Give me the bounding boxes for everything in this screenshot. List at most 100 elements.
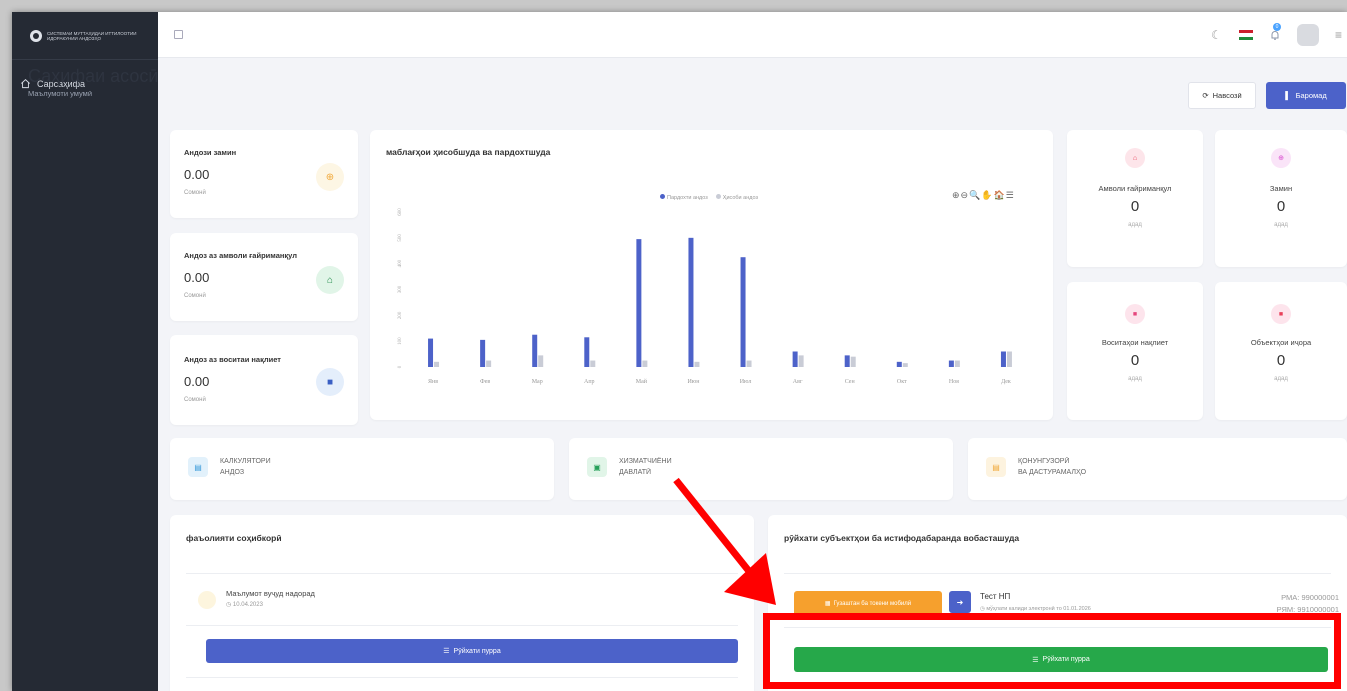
bar-paid[interactable] [844, 355, 850, 367]
login-as-subject-button[interactable]: ➜ [949, 591, 971, 613]
refresh-icon: ⟳ [1202, 91, 1209, 100]
stat-unit: Сомонӣ [184, 293, 206, 299]
count-unit: адад [1274, 376, 1288, 382]
count-unit: адад [1128, 376, 1142, 382]
divider [784, 573, 1331, 574]
bar-assessed[interactable] [1006, 351, 1012, 368]
mobile-token-button[interactable]: ▦ Гузаштан ба токени мобилӣ [794, 591, 942, 616]
menu-icon[interactable]: ≡ [1335, 28, 1347, 42]
quick-link-legislation[interactable]: ▤ Қонунгузорӣ ва дастурамалҳо [968, 438, 1347, 500]
bar-paid[interactable] [636, 239, 642, 367]
token-icon: ▦ [824, 601, 831, 607]
logout-button[interactable]: ▌ Баромад [1266, 82, 1346, 109]
bar-assessed[interactable] [538, 355, 544, 367]
subject-name: Тест НП [980, 592, 1011, 601]
subjects-full-list-button[interactable]: ☰ Рӯйхати пурра [794, 647, 1328, 672]
activity-icon [198, 591, 216, 609]
sidebar-toggle-icon[interactable] [174, 30, 183, 39]
bar-paid[interactable] [532, 334, 538, 367]
quick-link-line1: Калкулятори [220, 458, 271, 465]
stat-label: Андози замин [184, 148, 237, 157]
bar-assessed[interactable] [902, 363, 908, 367]
x-tick-label: Май [636, 378, 648, 385]
bar-paid[interactable] [584, 337, 590, 367]
divider [784, 627, 1331, 628]
page-title: Саҳифаи асосӣ [28, 66, 159, 86]
count-label: Объектҳои иҷора [1250, 338, 1312, 347]
stat-label: Андоз аз амволи ғайриманқул [184, 251, 297, 260]
quick-link-label: Хизматчиёни давлатӣ [619, 456, 672, 478]
date-text: 10.04.2023 [232, 602, 263, 608]
briefcase-icon: ▣ [587, 457, 607, 477]
bar-assessed[interactable] [486, 360, 492, 367]
quick-link-line1: Қонунгузорӣ [1018, 458, 1070, 465]
count-value: 0 [1276, 198, 1286, 215]
topbar: ☾ 0 ≡ [158, 12, 1347, 58]
y-tick-label: 0 [398, 365, 403, 368]
notification-badge: 0 [1273, 23, 1281, 31]
divider [186, 625, 738, 626]
x-tick-label: Апр [584, 379, 595, 385]
bar-paid[interactable] [948, 360, 954, 367]
x-tick-label: Янв [428, 379, 438, 385]
bar-assessed[interactable] [746, 360, 752, 367]
button-label: Гузаштан ба токени мобилӣ [833, 600, 912, 607]
x-tick-label: Июн [687, 379, 700, 385]
dark-mode-icon[interactable]: ☾ [1211, 29, 1223, 41]
bar-chart: 0 100 200 300 400 500 600 Янв Фев Мар Апр Май Июн Июл… [398, 208, 1012, 385]
refresh-label: Навсозӣ [1212, 91, 1242, 100]
logo[interactable]: Системаи муттаҳидаи иттилоотии идоракуни… [12, 12, 158, 60]
notifications-bell-icon[interactable]: 0 [1269, 23, 1281, 41]
globe-icon: ⊕ [1271, 148, 1291, 168]
app-frame: Системаи муттаҳидаи иттилоотии идоракуни… [12, 12, 1347, 691]
note-text: мўҳлати калиди электронӣ то 01.01.2026 [986, 606, 1091, 612]
bar-assessed[interactable] [798, 355, 804, 367]
button-label: Рӯйхати пурра [1042, 656, 1090, 663]
bar-paid[interactable] [1000, 351, 1006, 368]
count-unit: адад [1128, 222, 1142, 228]
stat-unit: Сомонӣ [184, 397, 206, 403]
quick-link-line2: андоз [220, 469, 245, 476]
subjects-panel: рӯйхати субъектҳои ба истифодабаранда во… [768, 515, 1347, 691]
bar-paid[interactable] [428, 338, 434, 367]
bar-paid[interactable] [740, 257, 746, 367]
x-tick-label: Ноя [949, 379, 959, 385]
y-tick-label: 100 [398, 337, 403, 345]
bar-paid[interactable] [480, 339, 486, 367]
subject-key-note: ◷ мўҳлати калиди электронӣ то 01.01.2026 [980, 606, 1091, 612]
language-flag-icon[interactable] [1239, 30, 1253, 40]
bar-paid[interactable] [688, 237, 694, 367]
quick-link-civil-servants[interactable]: ▣ Хизматчиёни давлатӣ [569, 438, 953, 500]
count-label: Амволи ғайриманқул [1098, 184, 1172, 193]
bar-assessed[interactable] [642, 360, 648, 367]
quick-link-line2: ва дастурамалҳо [1018, 469, 1087, 476]
quick-link-calculator[interactable]: ▤ Калкулятори андоз [170, 438, 554, 500]
stat-card-land-tax: Андози замин 0.00 Сомонӣ ⊕ [170, 130, 358, 218]
activity-panel: фаъолияти соҳибкорӣ Маълумот вуҷуд надор… [170, 515, 754, 691]
bar-paid[interactable] [792, 351, 798, 368]
subject-rmm: РЯМ: 9910000001 [1276, 605, 1339, 614]
count-card-land: ⊕ Замин 0 адад [1215, 130, 1347, 267]
button-label: Рӯйхати пурра [453, 647, 501, 655]
bar-assessed[interactable] [590, 360, 596, 367]
bar-assessed[interactable] [850, 356, 856, 367]
bar-assessed[interactable] [694, 361, 700, 367]
bar-assessed[interactable] [434, 361, 440, 367]
bar-assessed[interactable] [954, 360, 960, 367]
login-icon: ➜ [956, 597, 964, 607]
quick-link-line1: Хизматчиёни [619, 458, 672, 465]
home-icon: ⌂ [1125, 148, 1145, 168]
x-tick-label: Сен [845, 379, 856, 385]
activity-full-list-button[interactable]: ☰ Рӯйхати пурра [206, 639, 738, 663]
quick-link-label: Қонунгузорӣ ва дастурамалҳо [1018, 456, 1086, 478]
stat-value: 0.00 [184, 270, 210, 285]
building-icon: ■ [1271, 304, 1291, 324]
quick-link-label: Калкулятори андоз [220, 456, 271, 478]
refresh-button[interactable]: ⟳ Навсозӣ [1188, 82, 1256, 109]
subject-rma: РМА: 990000001 [1281, 593, 1339, 602]
avatar[interactable] [1297, 24, 1319, 46]
x-tick-label: Авг [793, 379, 803, 385]
bar-paid[interactable] [896, 361, 902, 367]
panel-title: фаъолияти соҳибкорӣ [186, 533, 282, 543]
x-tick-label: Июл [740, 379, 752, 385]
